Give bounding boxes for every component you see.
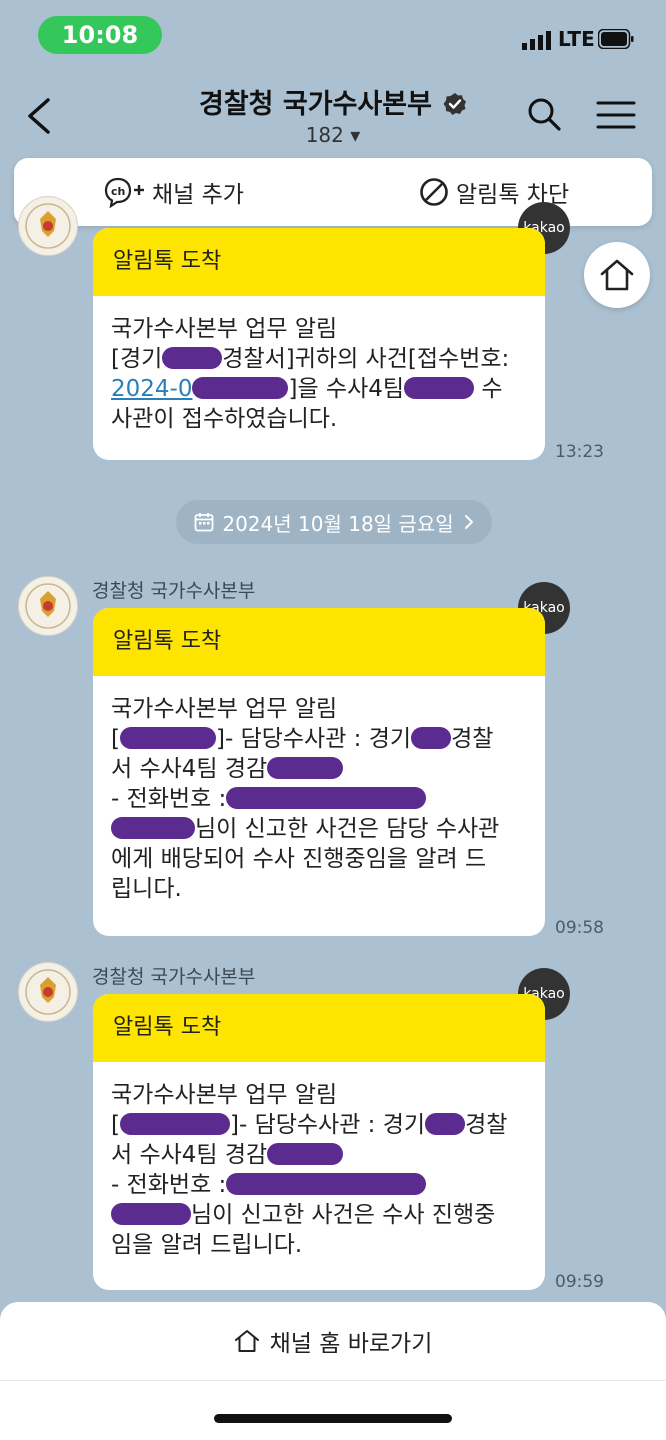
card-header: 알림톡 도착 xyxy=(93,994,545,1062)
redacted-mark xyxy=(226,1173,427,1195)
text-segment: 님이 신고한 사건은 담당 수사관 xyxy=(195,816,500,842)
add-channel-button[interactable]: ch 채널 추가 xyxy=(104,158,244,226)
text-segment: [ xyxy=(111,1112,120,1138)
channel-home-float-button[interactable] xyxy=(584,242,650,308)
date-label: 2024년 10월 18일 금요일 xyxy=(222,511,454,536)
card-line: - 전화번호 : xyxy=(111,784,527,814)
channel-title-block[interactable]: 경찰청 국가수사본부 182 ▾ xyxy=(150,82,516,147)
card-line: [경기 경찰서]귀하의 사건[접수번호: xyxy=(111,344,527,374)
menu-icon[interactable] xyxy=(596,100,636,130)
card-line: 님이 신고한 사건은 수사 진행중 xyxy=(111,1200,527,1230)
card-line: [ ]- 담당수사관 : 경기 경찰 xyxy=(111,724,527,754)
text-segment: 서 수사4팀 경감 xyxy=(111,1142,268,1168)
card-body: 국가수사본부 업무 알림 []- 담당수사관 : 경기 경찰 서 수사4팀 경감 … xyxy=(93,1062,545,1282)
channel-home-label: 채널 홈 바로가기 xyxy=(269,1331,433,1357)
redacted-mark xyxy=(111,817,195,839)
home-icon xyxy=(234,1330,259,1352)
card-line: 서 수사4팀 경감 xyxy=(111,1140,527,1170)
text-segment: 경찰 xyxy=(451,726,494,752)
battery-icon xyxy=(598,29,634,49)
member-count: 182 ▾ xyxy=(305,123,361,147)
message-time: 09:59 xyxy=(555,1272,604,1292)
text-segment: [ xyxy=(111,726,120,752)
alimtalk-card[interactable]: 알림톡 도착 국가수사본부 업무 알림 [경기 경찰서]귀하의 사건[접수번호: … xyxy=(93,228,545,460)
card-header: 알림톡 도착 xyxy=(93,608,545,676)
text-segment: 수 xyxy=(474,376,503,402)
text-segment: - 전화번호 : xyxy=(111,1172,227,1198)
card-body: 국가수사본부 업무 알림 [경기 경찰서]귀하의 사건[접수번호: 2024-0]… xyxy=(93,296,545,456)
home-indicator[interactable] xyxy=(214,1414,452,1423)
alimtalk-card[interactable]: 알림톡 도착 국가수사본부 업무 알림 [ ]- 담당수사관 : 경기 경찰 서 수… xyxy=(93,608,545,936)
back-icon[interactable] xyxy=(22,96,56,136)
police-emblem-icon xyxy=(25,583,71,629)
card-line: 립니다. xyxy=(111,876,182,902)
svg-text:ch: ch xyxy=(111,185,125,198)
channel-home-button[interactable]: 채널 홈 바로가기 xyxy=(0,1302,666,1380)
redacted-mark xyxy=(267,757,344,779)
card-line: 사관이 접수하였습니다. xyxy=(111,406,338,432)
message-time: 13:23 xyxy=(555,442,604,462)
card-line: 국가수사본부 업무 알림 xyxy=(111,696,338,722)
text-segment: 경찰 xyxy=(465,1112,508,1138)
verified-icon xyxy=(443,93,467,115)
calendar-icon xyxy=(194,513,214,532)
redacted-mark xyxy=(162,347,223,369)
sender-avatar[interactable] xyxy=(18,962,78,1022)
channel-title: 경찰청 국가수사본부 xyxy=(198,89,432,120)
card-line: 에게 배당되어 수사 진행중임을 알려 드 xyxy=(111,846,487,872)
redacted-mark xyxy=(411,727,452,749)
text-segment: ]을 수사4팀 xyxy=(288,376,405,402)
search-icon[interactable] xyxy=(526,96,562,132)
police-emblem-icon xyxy=(25,969,71,1015)
police-emblem-icon xyxy=(25,203,71,249)
add-channel-label: 채널 추가 xyxy=(152,182,244,208)
sender-name: 경찰청 국가수사본부 xyxy=(92,580,256,602)
card-line: 님이 신고한 사건은 담당 수사관 xyxy=(111,814,527,844)
block-icon xyxy=(420,178,448,206)
text-segment: ]- 담당수사관 : 경기 xyxy=(215,726,412,752)
card-header: 알림톡 도착 xyxy=(93,228,545,296)
status-bar: 10:08 LTE xyxy=(0,0,666,70)
chat-header: 경찰청 국가수사본부 182 ▾ xyxy=(0,70,666,160)
redacted-mark xyxy=(119,1113,230,1135)
card-line: - 전화번호 : xyxy=(111,1170,527,1200)
signal-icon xyxy=(522,31,551,50)
card-line: 국가수사본부 업무 알림 xyxy=(111,1082,338,1108)
redacted-mark xyxy=(226,787,427,809)
card-body: 국가수사본부 업무 알림 []- 담당수사관 : 경기 경찰 서 수사4팀 경감 … xyxy=(93,676,545,926)
text-segment: 경찰서]귀하의 사건[접수번호: xyxy=(222,346,510,372)
text-segment: 서 수사4팀 경감 xyxy=(111,756,268,782)
case-number-link[interactable]: 2024-0 xyxy=(111,376,192,402)
status-time: 10:08 xyxy=(38,16,162,54)
card-line: 2024-0 ]을 수사4팀 수 xyxy=(111,374,527,404)
text-segment: [경기 xyxy=(111,346,163,372)
card-line: 임을 알려 드립니다. xyxy=(111,1232,303,1258)
sender-avatar[interactable] xyxy=(18,196,78,256)
redacted-mark xyxy=(404,377,475,399)
chevron-right-icon xyxy=(464,515,473,529)
bottom-bar: 채널 홈 바로가기 xyxy=(0,1302,666,1440)
text-segment: ]- 담당수사관 : 경기 xyxy=(229,1112,426,1138)
redacted-mark xyxy=(119,727,216,749)
redacted-mark xyxy=(192,377,289,399)
channel-add-icon: ch xyxy=(104,177,144,208)
sender-avatar[interactable] xyxy=(18,576,78,636)
home-icon xyxy=(600,259,634,291)
divider xyxy=(0,1380,666,1381)
card-line: 국가수사본부 업무 알림 xyxy=(111,316,338,342)
text-segment: - 전화번호 : xyxy=(111,786,227,812)
card-line: 서 수사4팀 경감 xyxy=(111,754,527,784)
redacted-mark xyxy=(111,1203,191,1225)
alimtalk-card[interactable]: 알림톡 도착 국가수사본부 업무 알림 [ ]- 담당수사관 : 경기 경찰 서 수… xyxy=(93,994,545,1290)
redacted-mark xyxy=(425,1113,466,1135)
card-line: [ ]- 담당수사관 : 경기 경찰 xyxy=(111,1110,527,1140)
date-divider[interactable]: 2024년 10월 18일 금요일 xyxy=(176,500,492,544)
redacted-mark xyxy=(267,1143,344,1165)
message-time: 09:58 xyxy=(555,918,604,938)
network-label: LTE xyxy=(558,27,595,51)
text-segment: 님이 신고한 사건은 수사 진행중 xyxy=(191,1202,496,1228)
sender-name: 경찰청 국가수사본부 xyxy=(92,966,256,988)
